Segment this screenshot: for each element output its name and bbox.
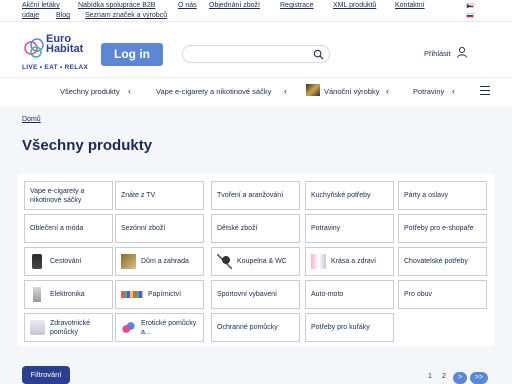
link-brands[interactable]: Seznam značek a výrobců <box>85 11 167 20</box>
main-navigation: Všechny produkty ‹ Vape e-cigarety a nik… <box>0 77 512 106</box>
category-label: Elektronika <box>50 291 85 298</box>
user-icon[interactable] <box>456 46 468 58</box>
search-input[interactable] <box>182 45 330 63</box>
category-tile[interactable]: Papírnictví <box>115 280 204 309</box>
category-label: Potraviny <box>311 225 341 232</box>
medical-icon <box>30 320 45 335</box>
beauty-icon <box>311 254 326 269</box>
category-label: Pro obuv <box>404 291 433 298</box>
flag-sk-icon[interactable] <box>466 13 474 18</box>
link-contact[interactable]: Kontaktní <box>395 1 425 10</box>
bathroom-icon <box>217 254 232 269</box>
category-tile[interactable]: Oblečení a móda <box>24 214 113 243</box>
category-tile[interactable]: Koupelna & WC <box>211 247 300 276</box>
category-label: Zdravotnické pomůcky <box>50 319 91 336</box>
logo-text-line2: Habitat <box>46 43 84 55</box>
category-label: Znáte z TV <box>121 192 156 199</box>
signin-link[interactable]: Přihlásit <box>424 49 451 58</box>
category-label: Krása a zdraví <box>331 258 377 265</box>
nav-item-food[interactable]: Potraviny <box>413 87 444 96</box>
category-tile[interactable]: Krása a zdraví <box>305 247 394 276</box>
category-tile[interactable]: Ochranné pomůcky <box>211 313 300 342</box>
site-header: Euro Habitat LIVE • EAT • RELAX Log in P… <box>0 22 512 77</box>
category-label: Oblečení a móda <box>30 225 84 232</box>
category-tile[interactable]: Dům a zahrada <box>115 247 204 276</box>
christmas-thumbnail-icon <box>306 84 320 96</box>
category-tile[interactable]: Dětské zboží <box>211 214 300 243</box>
link-about-us[interactable]: O nás <box>178 1 197 10</box>
suitcase-icon <box>32 254 42 269</box>
chevron-left-icon[interactable]: ‹ <box>284 86 287 96</box>
category-tile[interactable]: Chovatelské potřeby <box>398 247 487 276</box>
link-registration[interactable]: Registrace <box>280 1 313 10</box>
chevron-left-icon[interactable]: ‹ <box>452 86 455 96</box>
category-tile[interactable]: Znáte z TV <box>115 181 204 210</box>
category-label: Potřeby pro e-shopaře <box>404 225 474 232</box>
chevron-left-icon[interactable]: ‹ <box>386 86 389 96</box>
login-button[interactable]: Log in <box>101 43 163 66</box>
category-label: Sezónní zboží <box>121 225 166 232</box>
link-xml-products[interactable]: XML produktů <box>333 1 376 10</box>
flag-cz-icon[interactable] <box>466 3 474 8</box>
category-tile[interactable]: Potřeby pro kuřáky <box>305 313 394 342</box>
electronics-icon <box>33 287 41 302</box>
search-icon[interactable] <box>313 49 324 60</box>
logo-tagline: LIVE • EAT • RELAX <box>22 64 89 71</box>
house-garden-icon <box>121 254 136 269</box>
category-tile[interactable]: Vape e-cigarety a nikotinové sáčky <box>24 181 113 210</box>
category-label: Vape e-cigarety a nikotinové sáčky <box>30 187 85 204</box>
logo-mark-icon <box>24 38 44 58</box>
category-tile[interactable]: Pro obuv <box>398 280 487 309</box>
category-label: Kuchyňské potřeby <box>311 192 371 199</box>
gender-symbols-icon <box>121 320 136 335</box>
category-tile[interactable]: Sezónní zboží <box>115 214 204 243</box>
category-label: Papírnictví <box>148 291 182 298</box>
pager-page-1[interactable]: 1 <box>428 373 432 380</box>
category-tile[interactable]: Elektronika <box>24 280 113 309</box>
nav-item-all-products[interactable]: Všechny produkty <box>60 87 120 96</box>
top-utility-bar: Akční letáky Nabídka spolupráce B2B O ná… <box>0 0 512 22</box>
link-contact-details[interactable]: údaje <box>22 11 39 20</box>
link-action-leaflets[interactable]: Akční letáky <box>22 1 60 10</box>
category-tile[interactable]: Potřeby pro e-shopaře <box>398 214 487 243</box>
hamburger-menu-icon[interactable] <box>480 86 490 95</box>
page-title: Všechny produkty <box>22 137 153 154</box>
category-label: Potřeby pro kuřáky <box>311 324 370 331</box>
category-label: Koupelna & WC <box>237 258 287 265</box>
category-tile[interactable]: Sportovní vybavení <box>211 280 300 309</box>
category-tile[interactable]: Tvoření a aranžování <box>211 181 300 210</box>
link-blog[interactable]: Blog <box>56 11 70 20</box>
category-label: Párty a oslavy <box>404 192 448 199</box>
link-ordering[interactable]: Objednání zboží <box>209 1 260 10</box>
pager-last-button[interactable]: >> <box>470 372 488 384</box>
logo[interactable]: Euro Habitat LIVE • EAT • RELAX <box>22 34 94 72</box>
chevron-left-icon[interactable]: ‹ <box>128 86 131 96</box>
category-tile[interactable]: Zdravotnické pomůcky <box>24 313 113 342</box>
category-tile[interactable]: Auto-moto <box>305 280 394 309</box>
category-label: Cestování <box>50 258 82 265</box>
category-label: Ochranné pomůcky <box>217 324 278 331</box>
nav-item-vape[interactable]: Vape e-cigarety a nikotinové sáčky <box>156 87 271 96</box>
category-tile[interactable]: Cestování <box>24 247 113 276</box>
category-label: Dům a zahrada <box>141 258 189 265</box>
stationery-icon <box>121 291 143 298</box>
category-tile[interactable]: Erotické pomůcky a... <box>115 313 204 342</box>
category-label: Tvoření a aranžování <box>217 192 284 199</box>
category-label: Dětské zboží <box>217 225 258 232</box>
category-tile[interactable]: Potraviny <box>305 214 394 243</box>
pager-next-button[interactable]: > <box>453 372 467 384</box>
link-b2b-offer[interactable]: Nabídka spolupráce B2B <box>78 1 155 10</box>
category-tile[interactable]: Párty a oslavy <box>398 181 487 210</box>
category-label: Auto-moto <box>311 291 344 298</box>
nav-item-christmas[interactable]: Vánoční výrobky <box>324 87 379 96</box>
filter-button[interactable]: Filtrování <box>22 366 70 384</box>
category-label: Chovatelské potřeby <box>404 258 468 265</box>
category-label: Sportovní vybavení <box>217 291 277 298</box>
breadcrumb[interactable]: Domů <box>22 116 41 123</box>
category-tile[interactable]: Kuchyňské potřeby <box>305 181 394 210</box>
pager-page-2[interactable]: 2 <box>442 373 446 380</box>
category-label: Erotické pomůcky a... <box>141 319 197 336</box>
